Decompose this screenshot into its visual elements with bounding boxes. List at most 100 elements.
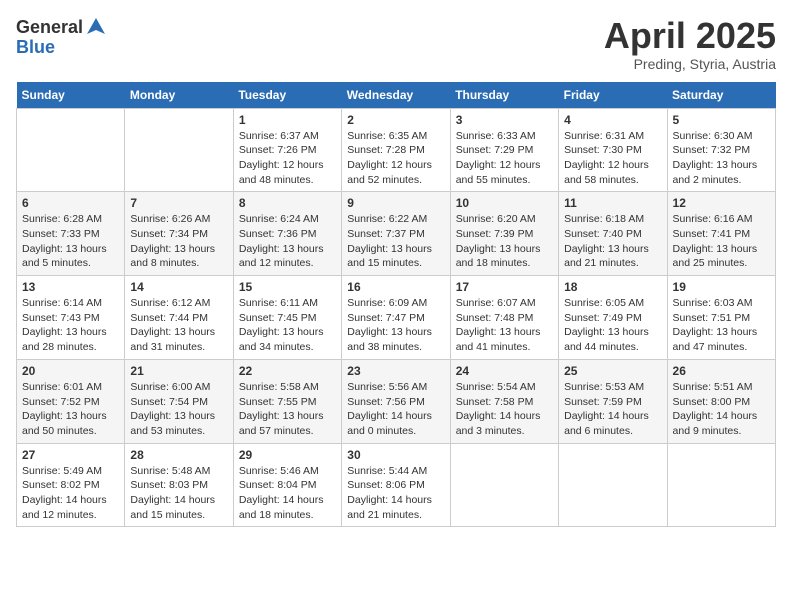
day-info: Sunrise: 5:54 AM Sunset: 7:58 PM Dayligh… — [456, 380, 553, 439]
logo-icon — [85, 16, 107, 38]
day-number: 19 — [673, 280, 770, 294]
day-number: 26 — [673, 364, 770, 378]
table-row — [559, 443, 667, 527]
table-row: 18Sunrise: 6:05 AM Sunset: 7:49 PM Dayli… — [559, 276, 667, 360]
day-number: 18 — [564, 280, 661, 294]
day-info: Sunrise: 6:00 AM Sunset: 7:54 PM Dayligh… — [130, 380, 227, 439]
day-number: 6 — [22, 196, 119, 210]
table-row: 11 Sunrise: 6:18 AM Sunset: 7:40 PM Dayli… — [559, 192, 667, 276]
calendar-week-row: 1 Sunrise: 6:37 AM Sunset: 7:26 PM Daylig… — [17, 108, 776, 192]
calendar-week-row: 13 Sunrise: 6:14 AM Sunset: 7:43 PM Dayli… — [17, 276, 776, 360]
day-number: 8 — [239, 196, 336, 210]
weekday-saturday: Saturday — [667, 82, 775, 109]
logo-general-text: General — [16, 18, 83, 36]
table-row: 20Sunrise: 6:01 AM Sunset: 7:52 PM Dayli… — [17, 359, 125, 443]
table-row — [17, 108, 125, 192]
day-info: Sunrise: 6:24 AM Sunset: 7:36 PM Dayligh… — [239, 212, 336, 271]
day-info: Sunrise: 6:28 AM Sunset: 7:33 PM Dayligh… — [22, 212, 119, 271]
day-info: Sunrise: 6:26 AM Sunset: 7:34 PM Dayligh… — [130, 212, 227, 271]
day-number: 25 — [564, 364, 661, 378]
table-row: 26 Sunrise: 5:51 AM Sunset: 8:00 PM Dayli… — [667, 359, 775, 443]
table-row: 8 Sunrise: 6:24 AM Sunset: 7:36 PM Daylig… — [233, 192, 341, 276]
table-row: 25 Sunrise: 5:53 AM Sunset: 7:59 PM Dayli… — [559, 359, 667, 443]
table-row: 4 Sunrise: 6:31 AM Sunset: 7:30 PM Daylig… — [559, 108, 667, 192]
logo-blue-text: Blue — [16, 37, 55, 57]
table-row — [125, 108, 233, 192]
day-number: 14 — [130, 280, 227, 294]
calendar-week-row: 20Sunrise: 6:01 AM Sunset: 7:52 PM Dayli… — [17, 359, 776, 443]
day-number: 9 — [347, 196, 444, 210]
table-row: 29 Sunrise: 5:46 AM Sunset: 8:04 PM Dayli… — [233, 443, 341, 527]
day-number: 29 — [239, 448, 336, 462]
day-info: Sunrise: 6:16 AM Sunset: 7:41 PM Dayligh… — [673, 212, 770, 271]
day-info: Sunrise: 6:35 AM Sunset: 7:28 PM Dayligh… — [347, 129, 444, 188]
day-number: 21 — [130, 364, 227, 378]
weekday-sunday: Sunday — [17, 82, 125, 109]
table-row: 24 Sunrise: 5:54 AM Sunset: 7:58 PM Dayli… — [450, 359, 558, 443]
day-info: Sunrise: 6:03 AM Sunset: 7:51 PM Dayligh… — [673, 296, 770, 355]
day-number: 4 — [564, 113, 661, 127]
day-info: Sunrise: 6:18 AM Sunset: 7:40 PM Dayligh… — [564, 212, 661, 271]
table-row: 2 Sunrise: 6:35 AM Sunset: 7:28 PM Daylig… — [342, 108, 450, 192]
day-info: Sunrise: 6:11 AM Sunset: 7:45 PM Dayligh… — [239, 296, 336, 355]
table-row: 9 Sunrise: 6:22 AM Sunset: 7:37 PM Daylig… — [342, 192, 450, 276]
table-row: 23Sunrise: 5:56 AM Sunset: 7:56 PM Dayli… — [342, 359, 450, 443]
day-number: 10 — [456, 196, 553, 210]
day-number: 28 — [130, 448, 227, 462]
day-number: 1 — [239, 113, 336, 127]
title-area: April 2025 Preding, Styria, Austria — [604, 16, 776, 72]
table-row: 10 Sunrise: 6:20 AM Sunset: 7:39 PM Dayli… — [450, 192, 558, 276]
day-info: Sunrise: 5:53 AM Sunset: 7:59 PM Dayligh… — [564, 380, 661, 439]
day-info: Sunrise: 5:56 AM Sunset: 7:56 PM Dayligh… — [347, 380, 444, 439]
day-info: Sunrise: 6:07 AM Sunset: 7:48 PM Dayligh… — [456, 296, 553, 355]
day-info: Sunrise: 5:51 AM Sunset: 8:00 PM Dayligh… — [673, 380, 770, 439]
day-number: 11 — [564, 196, 661, 210]
table-row: 12 Sunrise: 6:16 AM Sunset: 7:41 PM Dayli… — [667, 192, 775, 276]
weekday-monday: Monday — [125, 82, 233, 109]
calendar-week-row: 6 Sunrise: 6:28 AM Sunset: 7:33 PM Daylig… — [17, 192, 776, 276]
day-number: 27 — [22, 448, 119, 462]
day-info: Sunrise: 5:48 AM Sunset: 8:03 PM Dayligh… — [130, 464, 227, 523]
calendar-subtitle: Preding, Styria, Austria — [604, 56, 776, 72]
day-info: Sunrise: 6:20 AM Sunset: 7:39 PM Dayligh… — [456, 212, 553, 271]
day-info: Sunrise: 6:22 AM Sunset: 7:37 PM Dayligh… — [347, 212, 444, 271]
day-number: 16 — [347, 280, 444, 294]
weekday-friday: Friday — [559, 82, 667, 109]
day-number: 12 — [673, 196, 770, 210]
table-row: 17Sunrise: 6:07 AM Sunset: 7:48 PM Dayli… — [450, 276, 558, 360]
day-info: Sunrise: 6:37 AM Sunset: 7:26 PM Dayligh… — [239, 129, 336, 188]
table-row: 15 Sunrise: 6:11 AM Sunset: 7:45 PM Dayli… — [233, 276, 341, 360]
weekday-tuesday: Tuesday — [233, 82, 341, 109]
day-info: Sunrise: 5:46 AM Sunset: 8:04 PM Dayligh… — [239, 464, 336, 523]
day-info: Sunrise: 6:31 AM Sunset: 7:30 PM Dayligh… — [564, 129, 661, 188]
day-number: 15 — [239, 280, 336, 294]
day-number: 5 — [673, 113, 770, 127]
table-row — [450, 443, 558, 527]
header: General Blue April 2025 Preding, Styria,… — [16, 16, 776, 72]
table-row: 19 Sunrise: 6:03 AM Sunset: 7:51 PM Dayli… — [667, 276, 775, 360]
weekday-thursday: Thursday — [450, 82, 558, 109]
calendar-week-row: 27Sunrise: 5:49 AM Sunset: 8:02 PM Dayli… — [17, 443, 776, 527]
day-info: Sunrise: 6:09 AM Sunset: 7:47 PM Dayligh… — [347, 296, 444, 355]
day-number: 13 — [22, 280, 119, 294]
day-info: Sunrise: 5:58 AM Sunset: 7:55 PM Dayligh… — [239, 380, 336, 439]
day-number: 24 — [456, 364, 553, 378]
table-row: 6 Sunrise: 6:28 AM Sunset: 7:33 PM Daylig… — [17, 192, 125, 276]
day-info: Sunrise: 6:33 AM Sunset: 7:29 PM Dayligh… — [456, 129, 553, 188]
table-row: 28 Sunrise: 5:48 AM Sunset: 8:03 PM Dayli… — [125, 443, 233, 527]
calendar-title: April 2025 — [604, 16, 776, 56]
day-number: 2 — [347, 113, 444, 127]
day-number: 3 — [456, 113, 553, 127]
table-row: 21 Sunrise: 6:00 AM Sunset: 7:54 PM Dayli… — [125, 359, 233, 443]
table-row: 22Sunrise: 5:58 AM Sunset: 7:55 PM Dayli… — [233, 359, 341, 443]
logo: General Blue — [16, 16, 107, 58]
table-row: 1 Sunrise: 6:37 AM Sunset: 7:26 PM Daylig… — [233, 108, 341, 192]
weekday-wednesday: Wednesday — [342, 82, 450, 109]
day-info: Sunrise: 6:01 AM Sunset: 7:52 PM Dayligh… — [22, 380, 119, 439]
table-row: 13 Sunrise: 6:14 AM Sunset: 7:43 PM Dayli… — [17, 276, 125, 360]
calendar-table: Sunday Monday Tuesday Wednesday Thursday… — [16, 82, 776, 528]
day-info: Sunrise: 6:14 AM Sunset: 7:43 PM Dayligh… — [22, 296, 119, 355]
table-row: 16 Sunrise: 6:09 AM Sunset: 7:47 PM Dayli… — [342, 276, 450, 360]
table-row — [667, 443, 775, 527]
day-info: Sunrise: 6:12 AM Sunset: 7:44 PM Dayligh… — [130, 296, 227, 355]
